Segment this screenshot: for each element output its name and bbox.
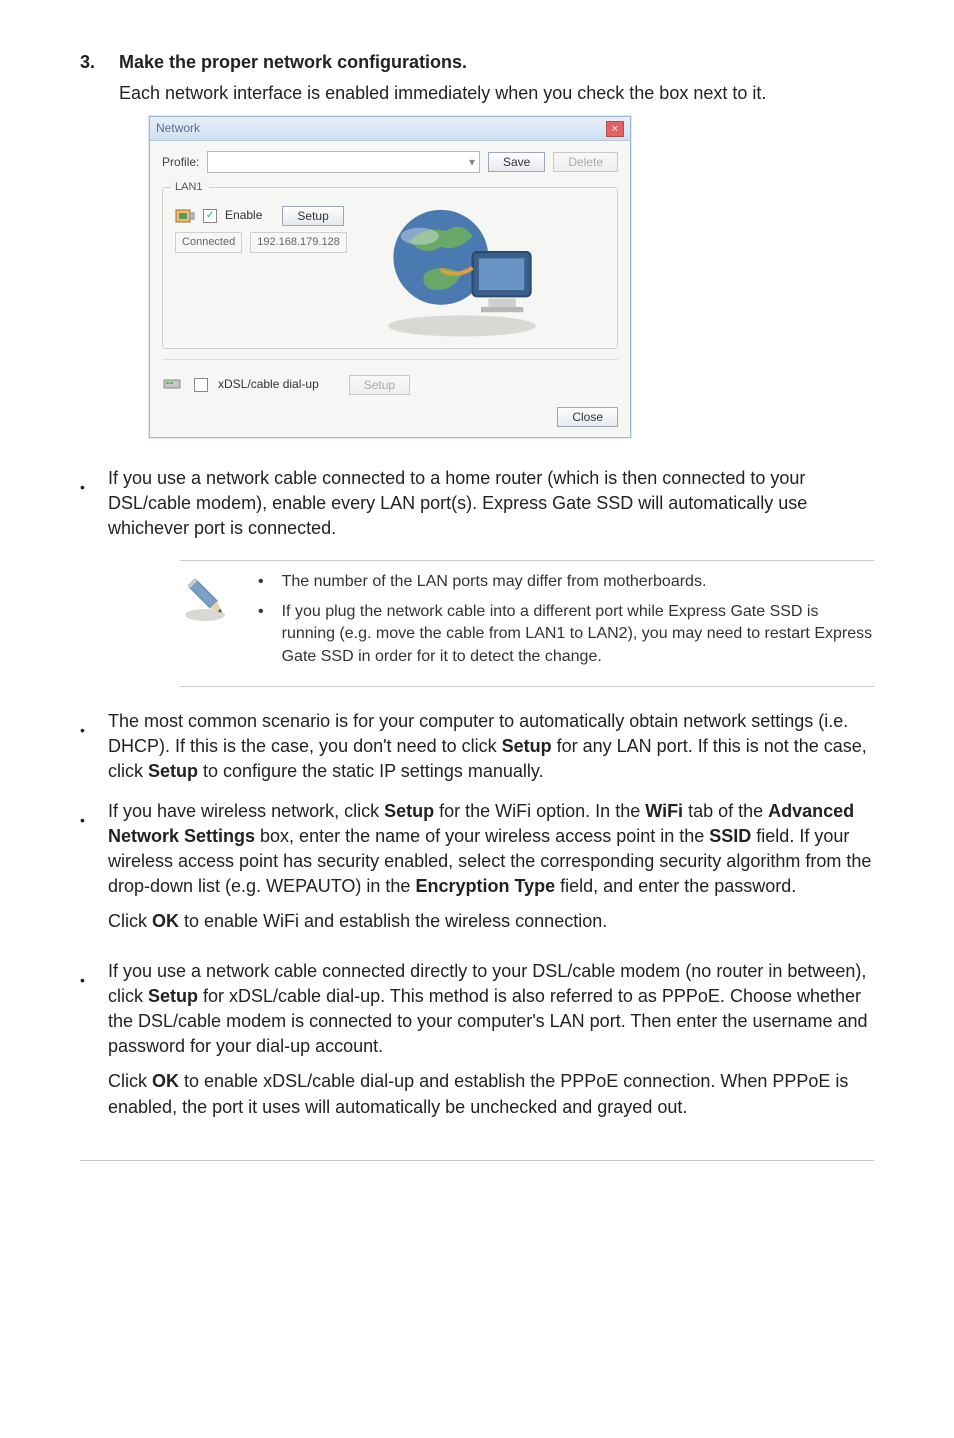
dialog-titlebar: Network × [150,117,630,141]
ip-address: 192.168.179.128 [250,232,347,253]
lan-setup-button[interactable]: Setup [282,206,343,226]
step-number: 3. [80,50,95,466]
dialog-title: Network [156,120,200,137]
bullet-pppoe: If you use a network cable connected dir… [108,959,874,1130]
bullet-icon [80,959,86,1130]
footer-rule [80,1160,874,1161]
chevron-down-icon: ▾ [469,154,475,171]
note-1: The number of the LAN ports may differ f… [282,571,707,593]
nic-icon [175,207,195,225]
note-2: If you plug the network cable into a dif… [282,601,874,668]
step-body: Each network interface is enabled immedi… [119,81,874,106]
globe-monitor-art [367,198,557,338]
lan1-group: LAN1 ✓ Enable Setup Connected 192.168.17… [162,187,618,349]
bullet-wifi: If you have wireless network, click Setu… [108,799,874,945]
bullet-icon [258,571,264,593]
modem-icon [162,372,184,397]
lan1-title: LAN1 [171,180,209,195]
dialup-label: xDSL/cable dial-up [218,376,319,393]
delete-button: Delete [553,152,618,172]
bullet-icon [80,466,86,542]
profile-combo[interactable]: ▾ [207,151,480,173]
bullet-icon [80,709,86,785]
step-heading: Make the proper network configurations. [119,50,874,75]
dialup-setup-button: Setup [349,375,410,395]
enable-label: Enable [225,207,262,224]
connected-label: Connected [175,232,242,253]
close-icon[interactable]: × [606,121,624,137]
bullet-icon [258,601,264,668]
network-dialog: Network × Profile: ▾ Save Delete LAN1 [149,116,631,438]
bullet-lan-router: If you use a network cable connected to … [108,466,874,542]
dialup-checkbox[interactable] [194,378,208,392]
pencil-icon [180,571,240,677]
note-box: The number of the LAN ports may differ f… [180,560,874,688]
profile-label: Profile: [162,154,199,171]
enable-checkbox[interactable]: ✓ [203,209,217,223]
close-button[interactable]: Close [557,407,618,427]
bullet-dhcp: The most common scenario is for your com… [108,709,874,785]
save-button[interactable]: Save [488,152,545,172]
bullet-icon [80,799,86,945]
